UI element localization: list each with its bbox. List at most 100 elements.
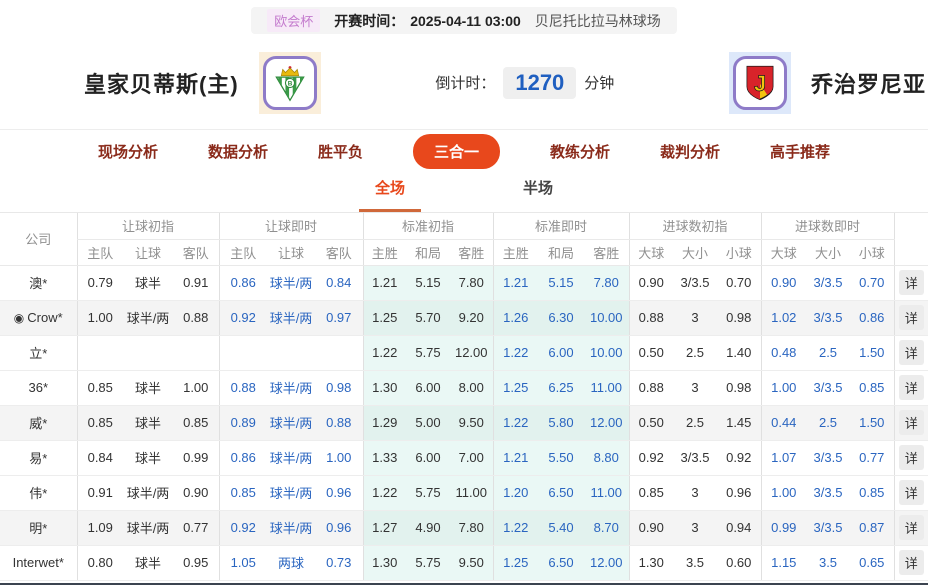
odds-cell-goals_initial: 3: [673, 475, 717, 510]
odds-table-header: 公司让球初指让球即时标准初指标准即时进球数初指进球数即时主队让球客队主队让球客队…: [0, 213, 928, 265]
odds-cell-std_live: 1.25: [493, 545, 538, 580]
detail-cell: 详: [894, 300, 928, 335]
detail-button[interactable]: 详: [899, 375, 924, 400]
group-header-handicap_live: 让球即时: [219, 213, 363, 239]
company-cell: Interwet*: [0, 545, 77, 580]
table-row: 澳*0.79球半0.910.86球半/两0.841.215.157.801.21…: [0, 265, 928, 300]
odds-cell-goals_initial: 2.5: [673, 335, 717, 370]
odds-cell-std_live: 11.00: [584, 475, 629, 510]
odds-cell-handicap_initial: [173, 335, 219, 370]
col-header-std_initial-0: 主胜: [363, 239, 406, 265]
odds-cell-std_live: 11.00: [584, 370, 629, 405]
odds-cell-goals_live: 0.87: [850, 510, 894, 545]
odds-cell-goals_live: 1.50: [850, 405, 894, 440]
odds-cell-std_live: 5.40: [538, 510, 584, 545]
odds-cell-goals_initial: 0.50: [629, 405, 673, 440]
table-row: 威*0.85球半0.850.89球半/两0.881.295.009.501.22…: [0, 405, 928, 440]
odds-cell-handicap_initial: 球半: [123, 265, 173, 300]
odds-cell-std_initial: 1.22: [363, 335, 406, 370]
match-info-bar: 欧会杯 开赛时间： 2025-04-11 03:00 贝尼托比拉马林球场: [251, 7, 677, 34]
nav-tab-three-in-one[interactable]: 三合一: [413, 134, 500, 169]
odds-cell-std_live: 6.50: [538, 545, 584, 580]
odds-cell-std_initial: 1.30: [363, 545, 406, 580]
odds-cell-handicap_initial: 0.79: [77, 265, 123, 300]
away-team-crest-icon: J: [740, 63, 780, 103]
odds-cell-std_live: 6.00: [538, 335, 584, 370]
nav-tab-win-draw-lose[interactable]: 胜平负: [318, 141, 363, 162]
detail-cell: 详: [894, 440, 928, 475]
nav-tab-live-analysis[interactable]: 现场分析: [98, 141, 158, 162]
odds-cell-goals_initial: 0.90: [629, 510, 673, 545]
odds-cell-std_initial: 5.75: [406, 335, 450, 370]
odds-cell-goals_initial: 1.45: [717, 405, 761, 440]
detail-button[interactable]: 详: [899, 515, 924, 540]
odds-cell-std_initial: 1.27: [363, 510, 406, 545]
company-cell: ◉Crow*: [0, 300, 77, 335]
odds-cell-goals_initial: 3: [673, 510, 717, 545]
nav-tab-data-analysis[interactable]: 数据分析: [208, 141, 268, 162]
detail-button[interactable]: 详: [899, 480, 924, 505]
col-header-goals_initial-0: 大球: [629, 239, 673, 265]
odds-table-body: 澳*0.79球半0.910.86球半/两0.841.215.157.801.21…: [0, 265, 928, 580]
odds-cell-std_initial: 1.30: [363, 370, 406, 405]
odds-cell-std_live: 8.80: [584, 440, 629, 475]
odds-cell-std_live: 1.25: [493, 370, 538, 405]
odds-cell-handicap_initial: 0.95: [173, 545, 219, 580]
nav-tab-referee-analysis[interactable]: 裁判分析: [660, 141, 720, 162]
detail-button[interactable]: 详: [899, 550, 924, 575]
odds-cell-std_initial: 9.50: [450, 405, 493, 440]
svg-text:J: J: [754, 71, 766, 96]
odds-cell-std_live: 5.50: [538, 440, 584, 475]
odds-cell-handicap_live: 0.98: [315, 370, 363, 405]
odds-cell-handicap_initial: 球半/两: [123, 300, 173, 335]
group-header-std_live: 标准即时: [493, 213, 629, 239]
odds-cell-handicap_initial: 0.99: [173, 440, 219, 475]
col-header-handicap_live-0: 主队: [219, 239, 267, 265]
col-header-goals_live-2: 小球: [850, 239, 894, 265]
odds-cell-std_live: 10.00: [584, 335, 629, 370]
odds-cell-handicap_initial: 球半/两: [123, 510, 173, 545]
odds-cell-handicap_live: 0.84: [315, 265, 363, 300]
nav-tab-expert-picks[interactable]: 高手推荐: [770, 141, 830, 162]
odds-cell-std_live: 1.21: [493, 265, 538, 300]
sub-tab-full-match[interactable]: 全场: [359, 177, 421, 212]
odds-cell-goals_live: 1.07: [761, 440, 806, 475]
detail-button[interactable]: 详: [899, 445, 924, 470]
odds-cell-handicap_initial: 球半: [123, 440, 173, 475]
odds-cell-goals_initial: 3: [673, 370, 717, 405]
odds-cell-handicap_initial: [123, 335, 173, 370]
odds-cell-std_initial: 11.00: [450, 475, 493, 510]
odds-cell-goals_live: 1.00: [761, 370, 806, 405]
odds-cell-handicap_live: 0.92: [219, 510, 267, 545]
odds-cell-handicap_initial: 1.00: [173, 370, 219, 405]
odds-cell-handicap_initial: 0.91: [173, 265, 219, 300]
detail-column-header: [894, 213, 928, 265]
kickoff-group: 开赛时间： 2025-04-11 03:00: [334, 11, 521, 31]
odds-cell-goals_initial: 0.60: [717, 545, 761, 580]
odds-cell-handicap_live: 球半/两: [267, 300, 315, 335]
detail-button[interactable]: 详: [899, 305, 924, 330]
table-row: Interwet*0.80球半0.951.05两球0.731.305.759.5…: [0, 545, 928, 580]
odds-cell-std_initial: 7.00: [450, 440, 493, 475]
odds-cell-std_initial: 1.29: [363, 405, 406, 440]
odds-cell-std_initial: 1.33: [363, 440, 406, 475]
detail-cell: 详: [894, 335, 928, 370]
away-team-logo: J: [729, 52, 791, 114]
odds-cell-handicap_live: 0.85: [219, 475, 267, 510]
odds-cell-handicap_live: 球半/两: [267, 370, 315, 405]
odds-cell-goals_initial: 3: [673, 300, 717, 335]
detail-button[interactable]: 详: [899, 410, 924, 435]
match-odds-page: 欧会杯 开赛时间： 2025-04-11 03:00 贝尼托比拉马林球场 皇家贝…: [0, 0, 928, 585]
sub-tab-half-match[interactable]: 半场: [507, 177, 569, 212]
odds-cell-std_initial: 7.80: [450, 265, 493, 300]
nav-tab-coach-analysis[interactable]: 教练分析: [550, 141, 610, 162]
odds-cell-goals_initial: 3/3.5: [673, 440, 717, 475]
odds-cell-std_live: 1.22: [493, 510, 538, 545]
company-cell: 立*: [0, 335, 77, 370]
odds-cell-goals_live: 1.15: [761, 545, 806, 580]
countdown: 倒计时： 1270 分钟: [435, 67, 614, 99]
detail-button[interactable]: 详: [899, 270, 924, 295]
detail-cell: 详: [894, 370, 928, 405]
odds-cell-goals_live: 0.86: [850, 300, 894, 335]
detail-button[interactable]: 详: [899, 340, 924, 365]
